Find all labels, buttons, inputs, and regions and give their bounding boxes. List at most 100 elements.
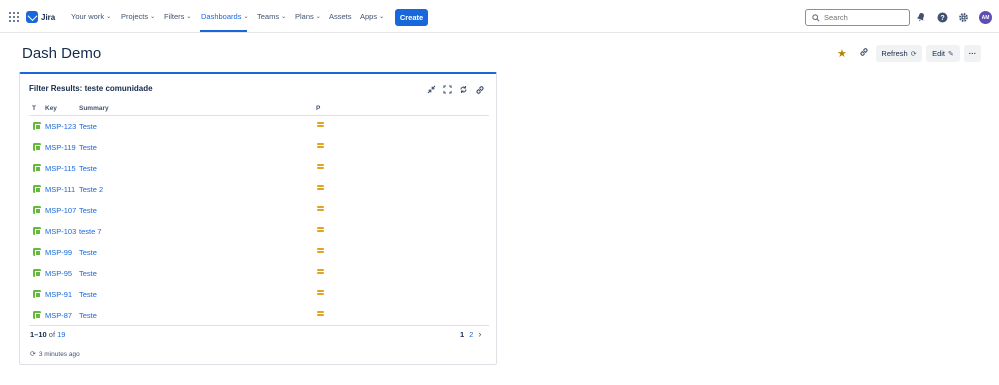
nav-label: Your work xyxy=(71,12,105,21)
chevron-right-icon[interactable]: › xyxy=(478,329,481,339)
table-row: MSP-99 Teste xyxy=(29,243,489,264)
table-row: MSP-103 teste 7 xyxy=(29,222,489,243)
nav-teams[interactable]: Teams ⌄ xyxy=(257,12,286,21)
issue-summary-link[interactable]: Teste xyxy=(79,143,97,152)
table-row: MSP-95 Teste xyxy=(29,264,489,285)
issue-key-link[interactable]: MSP-111 xyxy=(45,185,75,194)
story-type-icon xyxy=(33,164,41,172)
nav-apps[interactable]: Apps ⌄ xyxy=(360,12,384,21)
edit-label: Edit xyxy=(932,49,946,58)
help-icon[interactable]: ? xyxy=(936,11,948,23)
issue-summary-link[interactable]: Teste xyxy=(79,164,97,173)
results-total-link[interactable]: 19 xyxy=(57,330,65,339)
nav-plans[interactable]: Plans ⌄ xyxy=(295,12,321,21)
issue-summary-link[interactable]: Teste xyxy=(79,206,97,215)
issue-key-link[interactable]: MSP-123 xyxy=(45,122,76,131)
updated-text: 3 minutes ago xyxy=(38,350,80,358)
chevron-down-icon: ⌄ xyxy=(379,14,385,20)
nav-label: Filters xyxy=(164,12,185,21)
chevron-down-icon: ⌄ xyxy=(243,14,249,20)
refresh-gadget-icon[interactable] xyxy=(458,84,469,95)
user-avatar[interactable]: AM xyxy=(979,11,992,24)
story-type-icon xyxy=(33,311,41,319)
gadget-title: Filter Results: teste comunidade xyxy=(29,84,153,93)
fullscreen-icon[interactable] xyxy=(442,84,453,95)
issue-summary-link[interactable]: teste 7 xyxy=(79,227,102,236)
minimize-icon[interactable] xyxy=(426,84,437,95)
priority-medium-icon xyxy=(317,142,324,148)
star-favorite-icon[interactable]: ★ xyxy=(837,47,847,60)
table-row: MSP-111 Teste 2 xyxy=(29,180,489,201)
story-type-icon xyxy=(33,185,41,193)
copy-link-icon[interactable] xyxy=(858,46,870,58)
issue-key-link[interactable]: MSP-95 xyxy=(45,269,72,278)
page-2-link[interactable]: 2 xyxy=(469,330,473,339)
chevron-down-icon: ⌄ xyxy=(106,14,112,20)
notifications-icon[interactable] xyxy=(915,11,927,23)
settings-gear-icon[interactable] xyxy=(957,11,969,23)
issue-key-link[interactable]: MSP-91 xyxy=(45,290,72,299)
refresh-small-icon: ⟳ xyxy=(30,351,36,358)
page-1[interactable]: 1 xyxy=(460,330,464,339)
results-range: 1–10 xyxy=(30,330,47,339)
issue-key-link[interactable]: MSP-103 xyxy=(45,227,76,236)
issue-summary-link[interactable]: Teste xyxy=(79,248,97,257)
priority-medium-icon xyxy=(317,121,324,127)
nav-filters[interactable]: Filters ⌄ xyxy=(164,12,191,21)
story-type-icon xyxy=(33,122,41,130)
column-header-priority[interactable]: P xyxy=(316,105,320,112)
column-header-type[interactable]: T xyxy=(32,105,36,112)
jira-logo-icon xyxy=(26,11,38,23)
issue-key-link[interactable]: MSP-119 xyxy=(45,143,76,152)
priority-medium-icon xyxy=(317,163,324,169)
nav-assets[interactable]: Assets xyxy=(329,12,352,21)
issue-key-link[interactable]: MSP-115 xyxy=(45,164,76,173)
nav-label: Dashboards xyxy=(201,12,242,21)
svg-text:?: ? xyxy=(940,15,944,22)
filter-results-gadget: Filter Results: teste comunidade T Key S… xyxy=(19,72,497,365)
issue-key-link[interactable]: MSP-99 xyxy=(45,248,72,257)
issue-summary-link[interactable]: Teste xyxy=(79,290,97,299)
refresh-button[interactable]: Refresh ⟳ xyxy=(876,45,922,62)
priority-medium-icon xyxy=(317,268,324,274)
story-type-icon xyxy=(33,269,41,277)
issue-summary-link[interactable]: Teste xyxy=(79,122,97,131)
column-header-summary[interactable]: Summary xyxy=(79,105,109,112)
pagination: 1 2 › xyxy=(460,329,481,339)
footer-divider xyxy=(29,325,489,326)
issue-summary-link[interactable]: Teste 2 xyxy=(79,185,103,194)
link-icon[interactable] xyxy=(474,84,485,95)
product-name: Jira xyxy=(41,12,56,22)
issue-summary-link[interactable]: Teste xyxy=(79,269,97,278)
story-type-icon xyxy=(33,143,41,151)
nav-projects[interactable]: Projects ⌄ xyxy=(121,12,155,21)
table-row: MSP-107 Teste xyxy=(29,201,489,222)
nav-dashboards[interactable]: Dashboards ⌄ xyxy=(201,12,248,21)
nav-your-work[interactable]: Your work ⌄ xyxy=(71,12,111,21)
nav-label: Assets xyxy=(329,12,352,21)
more-actions-button[interactable]: ··· xyxy=(964,45,981,62)
search-input[interactable] xyxy=(824,13,904,22)
table-row: MSP-119 Teste xyxy=(29,138,489,159)
jira-logo[interactable]: Jira xyxy=(26,10,55,24)
story-type-icon xyxy=(33,248,41,256)
priority-medium-icon xyxy=(317,226,324,232)
nav-label: Projects xyxy=(121,12,149,21)
priority-medium-icon xyxy=(317,184,324,190)
issue-summary-link[interactable]: Teste xyxy=(79,311,97,320)
priority-medium-icon xyxy=(317,247,324,253)
app-switcher-icon[interactable] xyxy=(9,12,19,22)
search-box[interactable] xyxy=(805,9,910,26)
edit-button[interactable]: Edit ✎ xyxy=(926,45,960,62)
create-button[interactable]: Create xyxy=(395,9,428,26)
chevron-down-icon: ⌄ xyxy=(150,14,156,20)
priority-medium-icon xyxy=(317,289,324,295)
table-row: MSP-87 Teste xyxy=(29,306,489,327)
issue-key-link[interactable]: MSP-107 xyxy=(45,206,76,215)
last-updated: ⟳ 3 minutes ago xyxy=(30,350,80,359)
refresh-label: Refresh xyxy=(881,49,908,58)
issue-key-link[interactable]: MSP-87 xyxy=(45,311,72,320)
column-header-key[interactable]: Key xyxy=(45,105,57,112)
page-title: Dash Demo xyxy=(22,45,102,62)
top-navigation: Jira Your work ⌄ Projects ⌄ Filters ⌄ Dashb… xyxy=(0,0,999,33)
